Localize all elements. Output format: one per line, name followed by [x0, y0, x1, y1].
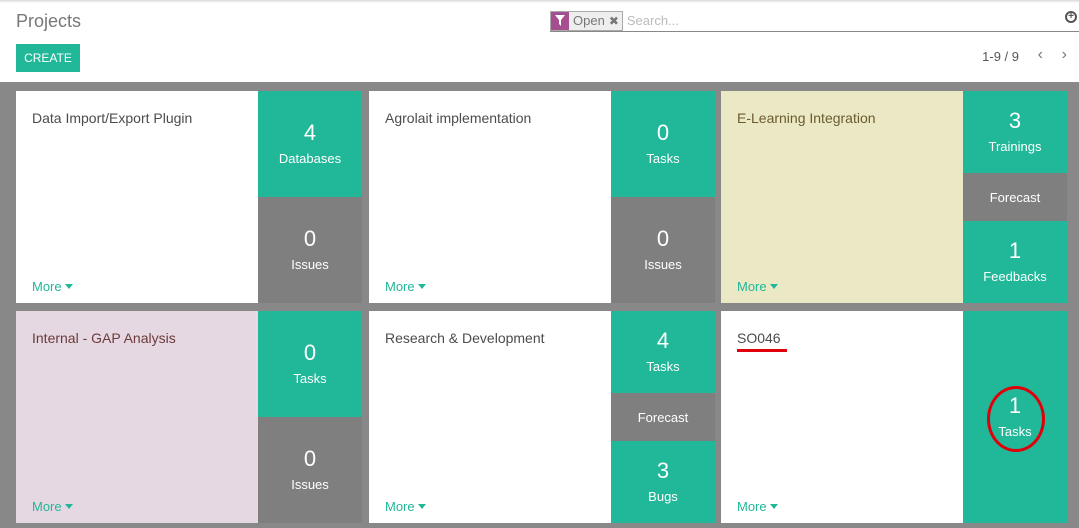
stat-label: Trainings [988, 139, 1042, 154]
stat-value: 3 [1008, 108, 1022, 133]
stat-databases[interactable]: 4 Databases [258, 91, 362, 197]
stat-label: Tasks [293, 371, 327, 386]
stat-value: 0 [656, 226, 670, 251]
more-label: More [32, 499, 62, 514]
search-input[interactable] [626, 13, 1057, 28]
caret-down-icon [417, 284, 426, 289]
stat-value: 3 [656, 458, 670, 483]
card-stats: 4 Tasks Forecast 3 Bugs [611, 311, 715, 523]
more-dropdown[interactable]: More [385, 279, 426, 294]
stat-tasks[interactable]: 4 Tasks [611, 311, 715, 393]
search-facet-open[interactable]: Open ✖ [550, 10, 623, 31]
stat-value: 0 [303, 446, 317, 471]
stat-label: Bugs [648, 489, 678, 504]
project-card[interactable]: Internal - GAP Analysis More 0 Tasks 0 I… [16, 311, 362, 523]
chevron-right-icon[interactable]: › [1062, 46, 1067, 64]
stat-label: Feedbacks [983, 269, 1047, 284]
card-stats: 1 Tasks [963, 311, 1067, 523]
plus-circle-icon[interactable]: + [1065, 11, 1077, 23]
project-name[interactable]: Agrolait implementation [385, 110, 531, 126]
more-dropdown[interactable]: More [32, 499, 73, 514]
facet-label: Open [573, 12, 605, 28]
stat-issues[interactable]: 0 Issues [258, 197, 362, 303]
card-stats: 0 Tasks 0 Issues [258, 311, 362, 523]
project-name[interactable]: Research & Development [385, 330, 545, 346]
more-label: More [32, 279, 62, 294]
stat-label: Issues [644, 257, 682, 272]
stat-value: 0 [303, 340, 317, 365]
pager-value[interactable]: 1-9 / 9 [982, 49, 1019, 64]
project-card[interactable]: Agrolait implementation More 0 Tasks 0 I… [369, 91, 715, 303]
control-panel: Projects CREATE Open ✖ + 1-9 / 9 ‹ › [0, 0, 1079, 82]
project-card[interactable]: E-Learning Integration More 3 Trainings … [721, 91, 1067, 303]
search-bar: Open ✖ + [550, 10, 1079, 32]
stat-tasks[interactable]: 0 Tasks [611, 91, 715, 197]
forecast-button[interactable]: Forecast [611, 393, 715, 441]
page-title: Projects [16, 11, 82, 31]
card-body[interactable]: Research & Development More [369, 311, 611, 523]
kanban-view: Data Import/Export Plugin More 4 Databas… [0, 82, 1079, 528]
annotation-underline [737, 349, 787, 352]
card-body[interactable]: E-Learning Integration More [721, 91, 963, 303]
caret-down-icon [769, 284, 778, 289]
stat-label: Issues [291, 257, 329, 272]
card-stats: 3 Trainings Forecast 1 Feedbacks [963, 91, 1067, 303]
stat-value: 0 [656, 120, 670, 145]
stat-feedbacks[interactable]: 1 Feedbacks [963, 221, 1067, 303]
more-dropdown[interactable]: More [737, 279, 778, 294]
more-label: More [385, 279, 415, 294]
card-stats: 4 Databases 0 Issues [258, 91, 362, 303]
close-icon[interactable]: ✖ [609, 12, 622, 30]
more-dropdown[interactable]: More [32, 279, 73, 294]
caret-down-icon [64, 504, 73, 509]
project-card[interactable]: Research & Development More 4 Tasks Fore… [369, 311, 715, 523]
stat-value: 0 [303, 226, 317, 251]
create-button[interactable]: CREATE [16, 44, 80, 72]
top-shadow [0, 0, 1079, 3]
stat-label: Databases [278, 151, 342, 166]
stat-label: Issues [291, 477, 329, 492]
caret-down-icon [769, 504, 778, 509]
caret-down-icon [64, 284, 73, 289]
filter-icon [551, 11, 569, 30]
stat-issues[interactable]: 0 Issues [258, 417, 362, 523]
stat-label: Tasks [646, 151, 680, 166]
project-name[interactable]: E-Learning Integration [737, 110, 876, 126]
forecast-button[interactable]: Forecast [963, 173, 1067, 221]
more-label: More [737, 499, 767, 514]
more-dropdown[interactable]: More [737, 499, 778, 514]
more-label: More [737, 279, 767, 294]
card-body[interactable]: SO046 More [721, 311, 963, 523]
chevron-left-icon[interactable]: ‹ [1038, 46, 1043, 64]
project-card[interactable]: Data Import/Export Plugin More 4 Databas… [16, 91, 362, 303]
annotation-circle [987, 386, 1045, 452]
project-card[interactable]: SO046 More 1 Tasks [721, 311, 1067, 523]
card-body[interactable]: Internal - GAP Analysis More [16, 311, 258, 523]
stat-bugs[interactable]: 3 Bugs [611, 441, 715, 523]
more-dropdown[interactable]: More [385, 499, 426, 514]
project-name[interactable]: SO046 [737, 330, 781, 346]
card-body[interactable]: Agrolait implementation More [369, 91, 611, 303]
stat-issues[interactable]: 0 Issues [611, 197, 715, 303]
project-name[interactable]: Internal - GAP Analysis [32, 330, 176, 346]
card-body[interactable]: Data Import/Export Plugin More [16, 91, 258, 303]
stat-value: 1 [1008, 238, 1022, 263]
card-stats: 0 Tasks 0 Issues [611, 91, 715, 303]
caret-down-icon [417, 504, 426, 509]
stat-tasks[interactable]: 0 Tasks [258, 311, 362, 417]
stat-value: 4 [303, 120, 317, 145]
stat-value: 4 [656, 328, 670, 353]
more-label: More [385, 499, 415, 514]
project-name[interactable]: Data Import/Export Plugin [32, 110, 192, 126]
stat-label: Tasks [646, 359, 680, 374]
stat-trainings[interactable]: 3 Trainings [963, 91, 1067, 173]
